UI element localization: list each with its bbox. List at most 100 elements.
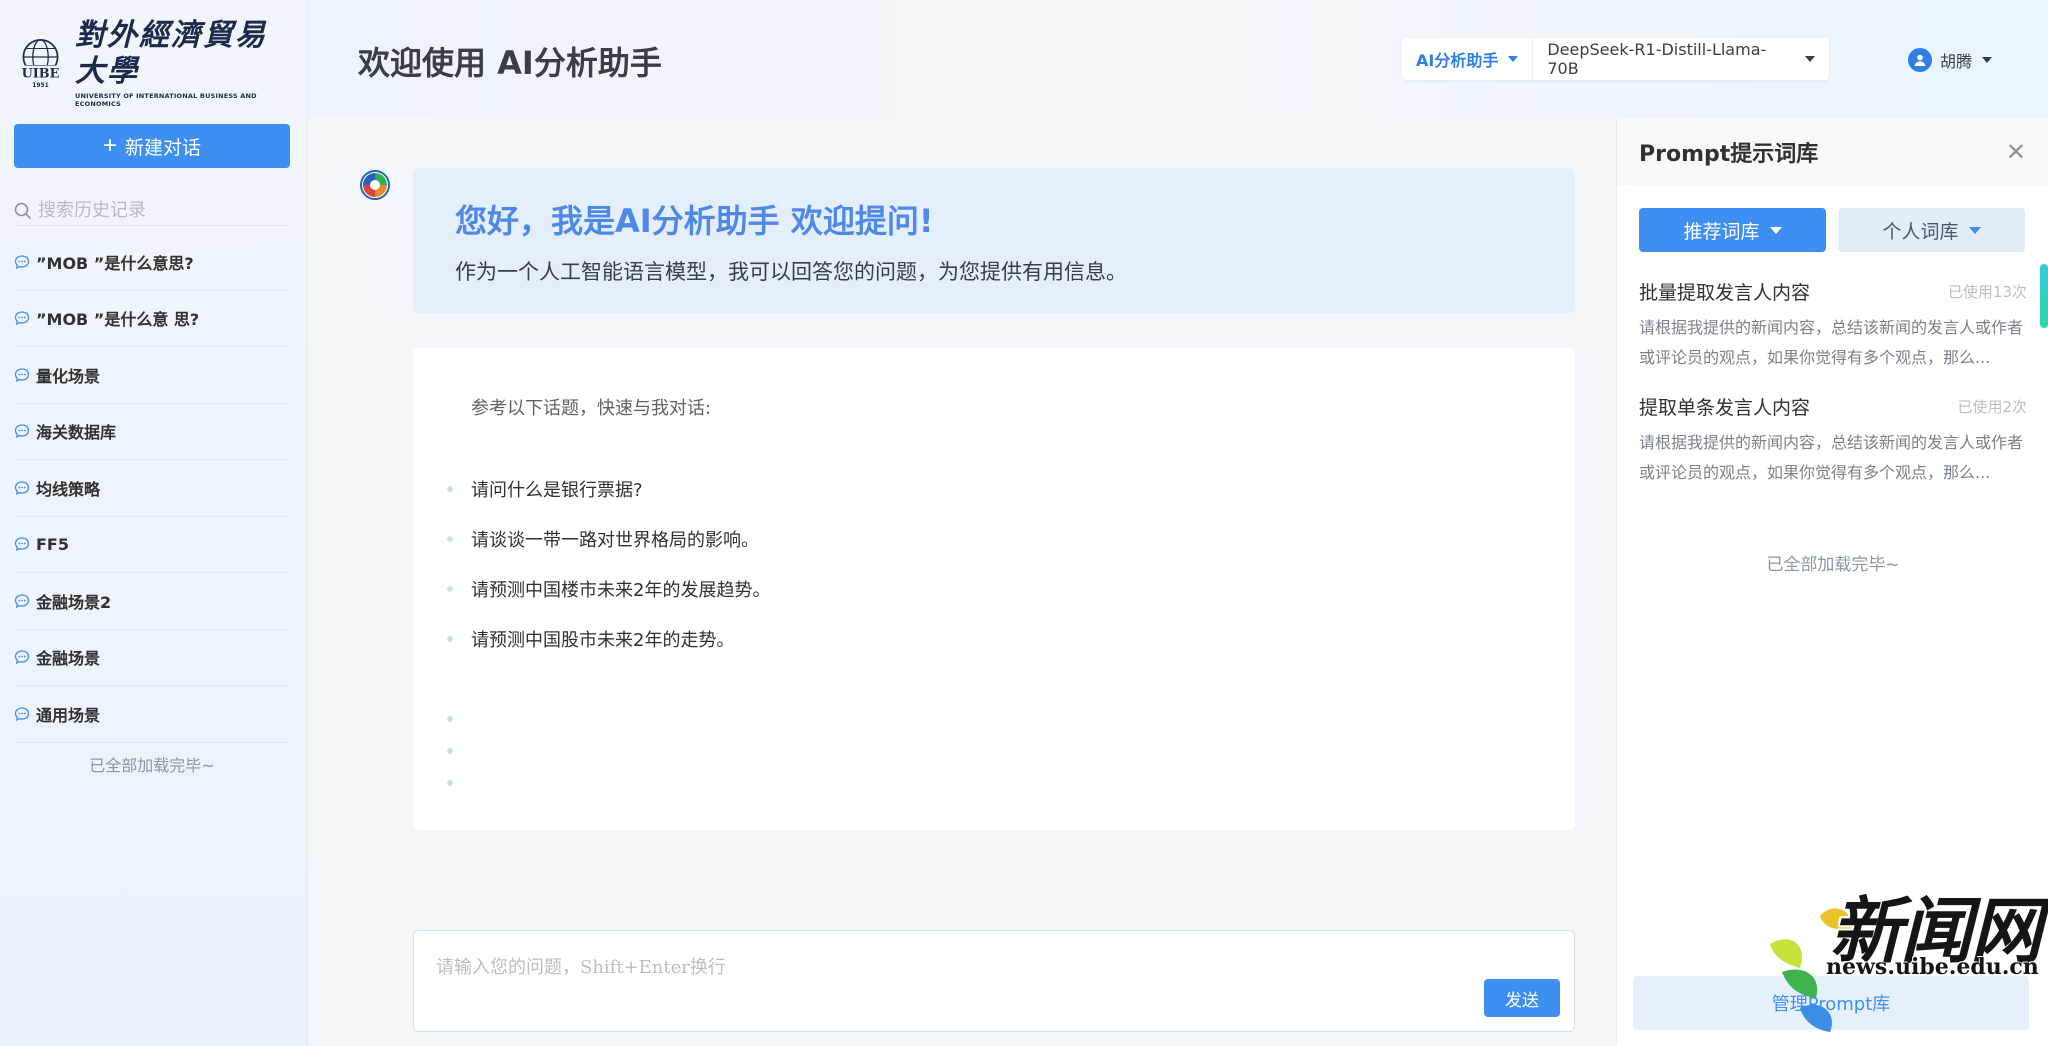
bullet-dot — [447, 536, 453, 542]
suggested-topic-label: 请谈谈一带一路对世界格局的影响。 — [471, 530, 759, 551]
caret-down-icon — [1508, 56, 1519, 62]
bullet-dot — [447, 780, 453, 786]
history-item[interactable]: ”MOB ”是什么意思? — [14, 234, 290, 291]
logo-english-name: UNIVERSITY OF INTERNATIONAL BUSINESS AND… — [75, 92, 257, 108]
prompt-panel-header: Prompt提示词库 ✕ — [1617, 118, 2048, 186]
model-selector: AI分析助手 DeepSeek-R1-Distill-Llama-70B — [1402, 38, 1830, 80]
new-chat-button[interactable]: + 新建对话 — [14, 124, 290, 168]
history-item[interactable]: 金融场景2 — [14, 573, 290, 630]
prompt-item-uses: 已使用13次 — [1947, 283, 2027, 301]
message-input[interactable] — [434, 951, 1434, 991]
caret-down-icon — [1968, 226, 1981, 234]
history-loaded-text: 已全部加载完毕~ — [89, 756, 215, 775]
history-item-label: 量化场景 — [36, 366, 101, 386]
prompt-panel: Prompt提示词库 ✕ 推荐词库 个人词库 批量提取发言人内容 已使用13次 … — [1616, 118, 2048, 1046]
chat-bubble-icon — [14, 707, 30, 721]
page-title: 欢迎使用 AI分析助手 — [358, 44, 662, 82]
manage-prompt-button[interactable]: 管理Prompt库 — [1633, 976, 2029, 1030]
assistant-avatar-icon — [360, 170, 390, 200]
caret-down-icon — [1769, 226, 1782, 234]
chat-bubble-icon — [14, 481, 30, 495]
history-search — [14, 196, 290, 226]
tab-personal[interactable]: 个人词库 — [1838, 208, 2025, 252]
prompt-item-desc: 请根据我提供的新闻内容，总结该新闻的发言人或作者或评论员的观点，如果你觉得有多个… — [1639, 318, 2024, 367]
history-item-label: 通用场景 — [36, 705, 101, 725]
panel-scroll-handle[interactable] — [2040, 264, 2048, 328]
chat-bubble-icon — [14, 537, 30, 552]
suggested-topic-label: 请预测中国股市未来2年的走势。 — [471, 630, 735, 651]
prompt-item-desc: 请根据我提供的新闻内容，总结该新闻的发言人或作者或评论员的观点，如果你觉得有多个… — [1639, 433, 2024, 482]
plus-icon: + — [102, 132, 117, 159]
tab-recommended-label: 推荐词库 — [1683, 220, 1760, 243]
chat-area: 您好，我是AI分析助手 欢迎提问! 作为一个人工智能语言模型，我可以回答您的问题… — [308, 118, 1616, 1046]
history-item-label: 金融场景2 — [36, 592, 112, 612]
message-input-box: 发送 — [413, 930, 1575, 1032]
history-item-label: ”MOB ”是什么意 思? — [36, 310, 200, 330]
user-menu[interactable]: 胡腾 — [1908, 48, 1993, 72]
history-item-label: ”MOB ”是什么意思? — [36, 253, 194, 273]
bullet-dot — [447, 586, 453, 592]
history-search-input[interactable] — [32, 199, 272, 222]
prompt-panel-title: Prompt提示词库 — [1639, 142, 1819, 167]
bullet-dot — [447, 748, 453, 754]
history-item[interactable]: 均线策略 — [14, 460, 290, 517]
model-dropdown[interactable]: DeepSeek-R1-Distill-Llama-70B — [1533, 38, 1829, 80]
chat-bubble-icon — [14, 368, 30, 382]
assistant-dropdown-label: AI分析助手 — [1416, 51, 1499, 70]
chat-bubble-icon — [14, 650, 30, 665]
prompt-item-title: 提取单条发言人内容 — [1639, 397, 1811, 419]
welcome-card: 您好，我是AI分析助手 欢迎提问! 作为一个人工智能语言模型，我可以回答您的问题… — [413, 168, 1575, 313]
chat-bubble-icon — [14, 255, 30, 269]
suggested-topic[interactable]: 请预测中国股市未来2年的走势。 — [447, 606, 1541, 672]
prompt-list: 批量提取发言人内容 已使用13次 请根据我提供的新闻内容，总结该新闻的发言人或作… — [1639, 278, 2027, 508]
prompt-item-header: 批量提取发言人内容 已使用13次 — [1639, 278, 2027, 305]
assistant-dropdown[interactable]: AI分析助手 — [1402, 38, 1534, 80]
prompt-item-uses: 已使用2次 — [1957, 398, 2027, 416]
history-item[interactable]: FF5 — [14, 517, 290, 573]
new-chat-label: 新建对话 — [125, 137, 202, 159]
sidebar: UIBE 1951 對外經濟貿易大學 UNIVERSITY OF INTERNA… — [0, 0, 308, 1046]
history-item[interactable]: 量化场景 — [14, 347, 290, 404]
history-item-label: 海关数据库 — [36, 423, 117, 443]
history-list: ”MOB ”是什么意思? ”MOB ”是什么意 思? 量化场景 海关数据库 均线… — [14, 234, 290, 743]
prompt-item[interactable]: 提取单条发言人内容 已使用2次 请根据我提供的新闻内容，总结该新闻的发言人或作者… — [1639, 393, 2027, 488]
header: 欢迎使用 AI分析助手 AI分析助手 DeepSeek-R1-Distill-L… — [308, 0, 2048, 118]
chat-bubble-icon — [14, 311, 30, 326]
empty-topic-slots — [447, 716, 1541, 786]
search-icon — [14, 202, 32, 219]
logo-text: 對外經濟貿易大學 UNIVERSITY OF INTERNATIONAL BUS… — [75, 18, 294, 108]
prompt-item[interactable]: 批量提取发言人内容 已使用13次 请根据我提供的新闻内容，总结该新闻的发言人或作… — [1639, 278, 2027, 373]
caret-down-icon — [1805, 56, 1816, 62]
prompt-loaded-text: 已全部加载完毕~ — [1766, 555, 1900, 575]
bullet-dot — [447, 716, 453, 722]
suggested-topic-label: 请问什么是银行票据? — [471, 480, 643, 501]
user-name: 胡腾 — [1940, 52, 1973, 71]
logo-chinese-name: 對外經濟貿易大學 — [75, 18, 268, 89]
tab-recommended[interactable]: 推荐词库 — [1639, 208, 1826, 252]
send-button[interactable]: 发送 — [1484, 979, 1560, 1017]
caret-down-icon — [1982, 57, 1993, 63]
suggested-topic-label: 请预测中国楼市未来2年的发展趋势。 — [471, 580, 771, 601]
tab-personal-label: 个人词库 — [1882, 220, 1959, 243]
history-item[interactable]: ”MOB ”是什么意 思? — [14, 291, 290, 347]
model-dropdown-label: DeepSeek-R1-Distill-Llama-70B — [1547, 40, 1767, 78]
welcome-title: 您好，我是AI分析助手 欢迎提问! — [455, 202, 934, 240]
bullet-dot — [447, 636, 453, 642]
history-item[interactable]: 通用场景 — [14, 686, 290, 743]
user-avatar-icon — [1908, 48, 1932, 72]
prompt-tabs: 推荐词库 个人词库 — [1639, 208, 2025, 252]
history-item[interactable]: 海关数据库 — [14, 404, 290, 460]
suggested-topics: 参考以下话题，快速与我对话: 请问什么是银行票据? 请谈谈一带一路对世界格局的影… — [413, 348, 1575, 830]
topics-intro: 参考以下话题，快速与我对话: — [471, 398, 712, 419]
bullet-dot — [447, 486, 453, 492]
chat-bubble-icon — [14, 594, 30, 608]
prompt-item-title: 批量提取发言人内容 — [1639, 282, 1811, 304]
chat-bubble-icon — [14, 424, 30, 439]
svg-text:1951: 1951 — [32, 82, 49, 89]
close-icon[interactable]: ✕ — [2006, 140, 2026, 164]
history-item[interactable]: 金融场景 — [14, 630, 290, 686]
prompt-item-header: 提取单条发言人内容 已使用2次 — [1639, 393, 2027, 420]
history-item-label: 金融场景 — [36, 649, 101, 669]
uibe-seal-icon: UIBE 1951 — [17, 39, 64, 89]
university-logo[interactable]: UIBE 1951 對外經濟貿易大學 UNIVERSITY OF INTERNA… — [14, 18, 294, 108]
